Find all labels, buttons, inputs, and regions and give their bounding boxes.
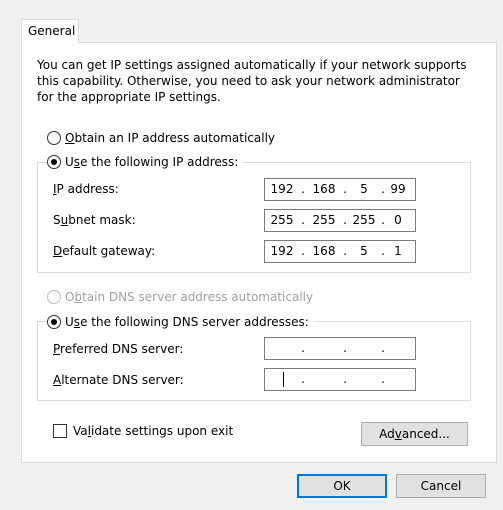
subnet-octet-2: 255 — [312, 213, 336, 227]
ip-address-input[interactable]: 192 . 168 . 5 . 99 — [264, 178, 416, 201]
subnet-mask-label: Subnet mask: — [53, 213, 136, 227]
ip-octet-1: 192 — [270, 182, 294, 196]
gateway-octet-3: 5 — [360, 244, 368, 258]
ip-octet-3: 5 — [360, 182, 368, 196]
ip-dot: . — [343, 372, 347, 386]
ip-dot: . — [381, 372, 385, 386]
gateway-octet-2: 168 — [312, 244, 336, 258]
ip-dot: . — [343, 182, 347, 196]
intro-text: You can get IP settings assigned automat… — [37, 57, 477, 105]
obtain-dns-auto-radio[interactable] — [47, 290, 61, 304]
default-gateway-label: Default gateway: — [53, 244, 156, 258]
cancel-button[interactable]: Cancel — [396, 474, 486, 498]
ip-dot: . — [301, 213, 305, 227]
tab-general-label: General — [28, 24, 76, 38]
general-panel: You can get IP settings assigned automat… — [21, 42, 497, 463]
preferred-dns-input[interactable]: . . . — [264, 337, 416, 360]
ip-address-label: IP address: — [53, 182, 119, 196]
intro-line-3: for the appropriate IP settings. — [37, 90, 221, 104]
validate-settings-checkbox[interactable] — [53, 424, 67, 438]
gateway-octet-4: 1 — [394, 244, 402, 258]
tab-general[interactable]: General — [21, 19, 79, 43]
default-gateway-input[interactable]: 192 . 168 . 5 . 1 — [264, 240, 416, 263]
validate-settings-label: Validate settings upon exit — [73, 424, 234, 438]
gateway-octet-1: 192 — [270, 244, 294, 258]
ip-dot: . — [343, 341, 347, 355]
obtain-dns-auto-label: Obtain DNS server address automatically — [65, 290, 314, 304]
ip-dot: . — [301, 372, 305, 386]
subnet-octet-4: 0 — [394, 213, 402, 227]
preferred-dns-label: Preferred DNS server: — [53, 342, 184, 356]
intro-line-2: this capability. Otherwise, you need to … — [37, 74, 460, 88]
ip-dot: . — [301, 244, 305, 258]
alternate-dns-label: Alternate DNS server: — [53, 373, 184, 387]
text-caret — [283, 372, 284, 387]
use-following-ip-option[interactable]: Use the following IP address: — [47, 153, 243, 171]
ip-dot: . — [343, 213, 347, 227]
alternate-dns-input[interactable]: . . . — [264, 368, 416, 391]
ip-dot: . — [301, 341, 305, 355]
obtain-ip-auto-label: Obtain an IP address automatically — [65, 131, 276, 145]
obtain-dns-auto-option[interactable]: Obtain DNS server address automatically — [47, 288, 318, 306]
use-following-dns-radio[interactable] — [47, 315, 61, 329]
ip-octet-2: 168 — [312, 182, 336, 196]
ip-dot: . — [343, 244, 347, 258]
use-following-ip-radio[interactable] — [47, 155, 61, 169]
use-following-dns-label: Use the following DNS server addresses: — [65, 315, 309, 329]
obtain-ip-auto-radio[interactable] — [47, 131, 61, 145]
ip-octet-4: 99 — [390, 182, 406, 196]
advanced-button[interactable]: Advanced... — [361, 422, 468, 446]
ip-dot: . — [301, 182, 305, 196]
validate-settings-option[interactable]: Validate settings upon exit — [53, 424, 233, 438]
subnet-octet-1: 255 — [270, 213, 294, 227]
subnet-octet-3: 255 — [352, 213, 376, 227]
ip-dot: . — [381, 341, 385, 355]
ipv4-properties-dialog: General You can get IP settings assigned… — [0, 0, 503, 510]
ok-button[interactable]: OK — [297, 474, 387, 498]
intro-line-1: You can get IP settings assigned automat… — [37, 58, 467, 72]
use-following-dns-option[interactable]: Use the following DNS server addresses: — [47, 313, 313, 331]
use-following-ip-label: Use the following IP address: — [65, 155, 239, 169]
subnet-mask-input[interactable]: 255 . 255 . 255 . 0 — [264, 209, 416, 232]
obtain-ip-auto-option[interactable]: Obtain an IP address automatically — [47, 129, 280, 147]
